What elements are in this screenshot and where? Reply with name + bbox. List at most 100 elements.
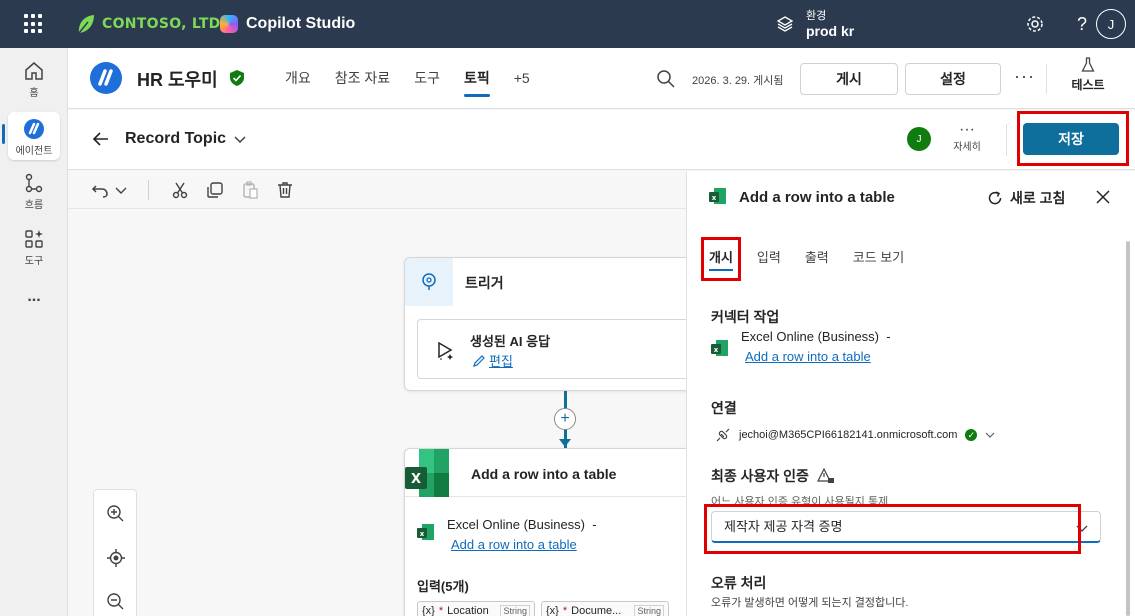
- add-node-button[interactable]: +: [554, 408, 576, 430]
- back-arrow-icon[interactable]: [92, 130, 110, 148]
- panel-tabs: 개시 입력 출력 코드 보기: [709, 243, 928, 273]
- refresh-button[interactable]: 새로 고침: [987, 188, 1065, 208]
- settings-button[interactable]: 설정: [905, 63, 1001, 95]
- details-label: 자세히: [953, 142, 981, 153]
- rail-label-tools: 도구: [24, 256, 44, 267]
- panel-tab-start[interactable]: 개시: [709, 243, 733, 273]
- test-button[interactable]: 테스트: [1062, 57, 1114, 93]
- action-node-title: Add a row into a table: [471, 466, 617, 482]
- connector-arrow: [559, 439, 571, 447]
- verified-shield-icon: [230, 70, 244, 86]
- search-icon[interactable]: [656, 69, 676, 89]
- input-chip-type: String: [500, 605, 530, 616]
- action-connector-dash: -: [592, 517, 597, 532]
- tab-overview[interactable]: 개요: [273, 48, 323, 109]
- tab-topics[interactable]: 토픽: [452, 48, 502, 109]
- plug-icon: [716, 428, 730, 442]
- publish-button[interactable]: 게시: [800, 63, 898, 95]
- copy-icon[interactable]: [205, 180, 225, 200]
- home-icon: [25, 62, 43, 80]
- tab-knowledge[interactable]: 참조 자료: [323, 48, 402, 109]
- error-handling-heading: 오류 처리: [711, 575, 767, 591]
- gear-icon[interactable]: [1025, 14, 1045, 34]
- environment-value: prod kr: [806, 23, 855, 39]
- help-icon[interactable]: ?: [1072, 14, 1092, 34]
- excel-small-icon: x: [709, 188, 726, 204]
- action-connector-name-text: Excel Online (Business): [447, 517, 585, 532]
- svg-text:x: x: [714, 346, 719, 354]
- auth-type-dropdown[interactable]: 제작자 제공 자격 증명: [711, 511, 1101, 543]
- panel-connector-name-text: Excel Online (Business): [741, 329, 879, 344]
- trigger-node[interactable]: 트리거 생성된 AI 응답 편집: [404, 257, 686, 391]
- rail-item-flows[interactable]: 흐름: [0, 172, 68, 211]
- fit-to-view-icon[interactable]: [106, 548, 126, 568]
- rail-item-tools[interactable]: 도구: [0, 228, 68, 267]
- chevron-down-icon[interactable]: [234, 133, 246, 145]
- generated-ai-response-card[interactable]: 생성된 AI 응답 편집: [417, 319, 686, 379]
- panel-tab-code-view[interactable]: 코드 보기: [853, 243, 904, 273]
- save-button[interactable]: 저장: [1023, 123, 1119, 155]
- action-connector-name: Excel Online (Business) -: [447, 517, 597, 532]
- header-divider: [1046, 64, 1047, 94]
- panel-scrollbar[interactable]: [1126, 241, 1130, 616]
- panel-tab-input[interactable]: 입력: [757, 243, 781, 273]
- connected-check-icon: ✓: [965, 429, 978, 441]
- user-avatar[interactable]: J: [1096, 9, 1126, 39]
- lightbulb-icon: [422, 273, 436, 290]
- properties-panel: x Add a row into a table 새로 고침 개시 입력 출력 …: [686, 171, 1135, 616]
- required-marker: *: [562, 605, 568, 616]
- flask-icon: [1081, 57, 1095, 72]
- action-node-header: X Add a row into a table: [405, 449, 686, 497]
- refresh-icon: [988, 191, 1002, 205]
- input-chip-document[interactable]: {x} * Docume... String: [541, 601, 669, 616]
- rail-item-home[interactable]: 홈: [0, 60, 68, 99]
- cut-icon[interactable]: [170, 180, 190, 200]
- delete-icon[interactable]: [275, 180, 295, 200]
- agent-more-button[interactable]: ···: [1014, 66, 1035, 87]
- tab-more[interactable]: +5: [502, 48, 542, 109]
- zoom-out-icon[interactable]: [106, 592, 126, 612]
- svg-text:X: X: [411, 472, 421, 487]
- input-chip-name: Location: [447, 605, 489, 616]
- details-button[interactable]: ··· 자세히: [946, 121, 988, 154]
- end-user-auth-heading: 최종 사용자 인증: [711, 466, 835, 486]
- connector-action-heading: 커넥터 작업: [711, 309, 780, 325]
- action-link[interactable]: Add a row into a table: [451, 537, 577, 552]
- rail-more-button[interactable]: ...: [0, 288, 68, 306]
- rail-label-home: 홈: [29, 88, 39, 99]
- topic-bar-divider: [1006, 124, 1007, 156]
- paste-icon[interactable]: [240, 180, 260, 200]
- agent-nav-tabs: 개요 참조 자료 도구 토픽 +5: [273, 48, 542, 109]
- input-chip-name: Docume...: [571, 605, 622, 616]
- left-rail: 홈 에이전트 흐름 도구 ...: [0, 48, 68, 616]
- trigger-title: 트리거: [465, 275, 504, 291]
- environment-icon: [776, 16, 794, 32]
- action-connector-info: x Excel Online (Business) - Add a row in…: [417, 515, 686, 555]
- excel-action-node[interactable]: X Add a row into a table x Excel Online …: [404, 448, 686, 616]
- undo-icon[interactable]: [90, 180, 110, 200]
- product-title[interactable]: Copilot Studio: [220, 12, 355, 36]
- test-label: 테스트: [1071, 78, 1105, 92]
- environment-picker[interactable]: 환경 prod kr: [776, 6, 854, 42]
- agent-logo-icon: [90, 62, 122, 94]
- flow-icon: [25, 173, 43, 193]
- edit-link[interactable]: 편집: [472, 351, 513, 370]
- end-user-auth-description: 어느 사용자 인증 유형이 사용될지 통제: [711, 496, 889, 508]
- input-chip-location[interactable]: {x} * Location String: [417, 601, 535, 616]
- connection-picker[interactable]: jechoi@M365CPI66182141.onmicrosoft.com ✓: [715, 427, 995, 443]
- zoom-in-icon[interactable]: [106, 504, 126, 524]
- panel-tab-output[interactable]: 출력: [805, 243, 829, 273]
- close-icon[interactable]: [1095, 189, 1111, 205]
- undo-dropdown-chevron-icon[interactable]: [114, 180, 128, 200]
- chevron-down-icon: [1076, 525, 1088, 532]
- panel-connector-link[interactable]: Add a row into a table: [745, 349, 871, 364]
- rail-item-agents[interactable]: 에이전트: [0, 112, 68, 160]
- connection-heading: 연결: [711, 400, 737, 416]
- more-horizontal-icon: ···: [959, 121, 975, 138]
- product-name: Copilot Studio: [246, 15, 356, 32]
- inputs-count-label: 입력(5개): [417, 579, 469, 594]
- tab-tools[interactable]: 도구: [402, 48, 452, 109]
- environment-label: 환경: [806, 10, 827, 22]
- app-launcher-icon[interactable]: [24, 14, 44, 34]
- authoring-canvas: 트리거 생성된 AI 응답 편집 + X Add a row into a ta…: [68, 171, 686, 616]
